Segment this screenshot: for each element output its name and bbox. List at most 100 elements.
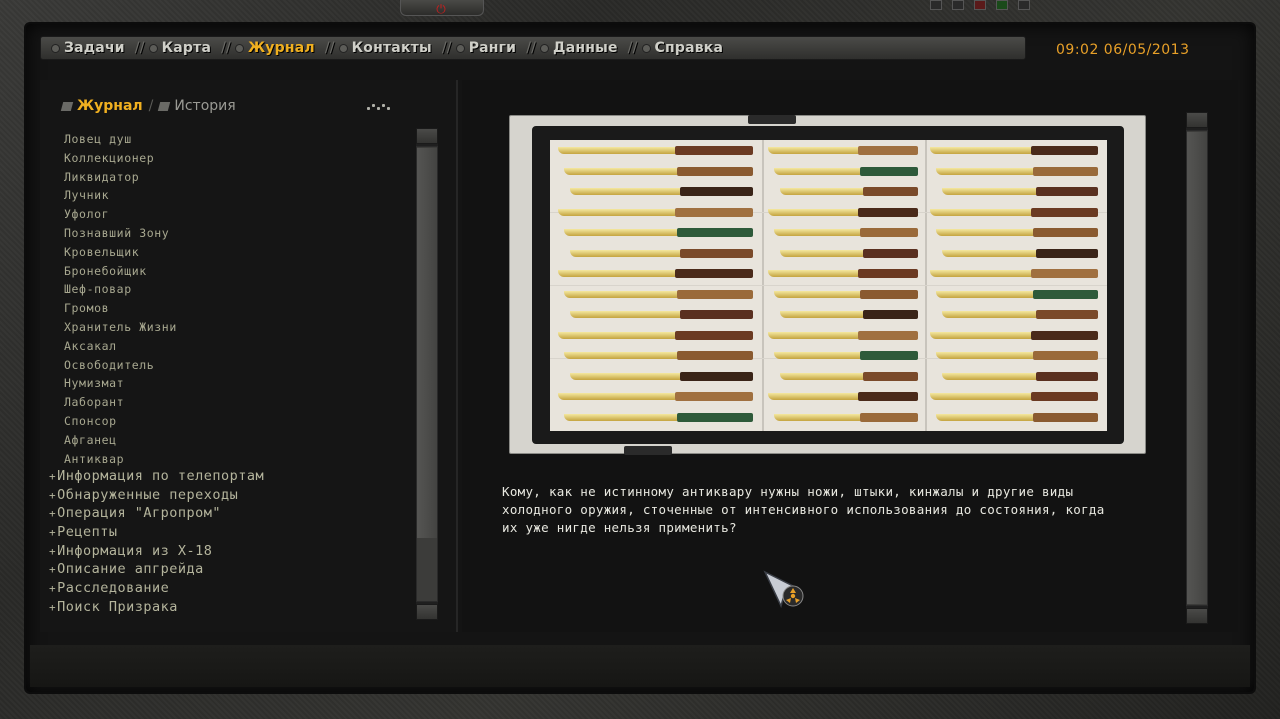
frame-clip bbox=[624, 446, 672, 455]
section-label: Расследование bbox=[57, 580, 170, 597]
journal-entry[interactable]: Шеф-повар bbox=[64, 280, 177, 299]
journal-entry[interactable]: Громов bbox=[64, 299, 177, 318]
journal-entry[interactable]: Познавший Зону bbox=[64, 224, 177, 243]
knife-graphic bbox=[768, 146, 918, 155]
tab-3[interactable]: Контакты // bbox=[338, 40, 452, 56]
section-item[interactable]: +Операция "Агропром" bbox=[49, 504, 264, 523]
led-5 bbox=[1018, 0, 1030, 10]
tab-2[interactable]: Журнал // bbox=[234, 40, 335, 56]
knife-graphic bbox=[564, 166, 753, 176]
knife-graphic bbox=[774, 166, 918, 176]
tab-label: Задачи bbox=[64, 40, 125, 56]
knife-graphic bbox=[768, 207, 918, 217]
main-tab-bar: Задачи // Карта // Журнал // Контакты // Ранги //… bbox=[40, 36, 1026, 60]
journal-entry[interactable]: Освободитель bbox=[64, 356, 177, 375]
journal-entry[interactable]: Нумизмат bbox=[64, 374, 177, 393]
knife-graphic bbox=[936, 351, 1098, 360]
journal-entry[interactable]: Спонсор bbox=[64, 412, 177, 431]
led-red bbox=[974, 0, 986, 10]
journal-entry[interactable]: Антиквар bbox=[64, 450, 177, 469]
journal-entry[interactable]: Ликвидатор bbox=[64, 168, 177, 187]
knife-graphic bbox=[942, 248, 1098, 258]
journal-entry[interactable]: Лучник bbox=[64, 186, 177, 205]
journal-entry-list: Ловец душ Коллекционер Ликвидатор Лучник Уфо… bbox=[64, 130, 177, 468]
left-scrollbar[interactable] bbox=[416, 128, 438, 620]
section-item[interactable]: +Расследование bbox=[49, 579, 264, 598]
knife-graphic bbox=[564, 228, 753, 237]
journal-entry[interactable]: Хранитель Жизни bbox=[64, 318, 177, 337]
tab-6[interactable]: Справка bbox=[641, 40, 724, 56]
knife-graphic bbox=[558, 330, 753, 340]
expand-plus-icon: + bbox=[49, 507, 57, 521]
right-scrollbar[interactable] bbox=[1186, 112, 1208, 624]
tab-label: Справка bbox=[654, 40, 724, 56]
expand-plus-icon: + bbox=[49, 582, 57, 596]
knife-graphic bbox=[936, 412, 1098, 422]
journal-entry[interactable]: Бронебойщик bbox=[64, 262, 177, 281]
journal-subtabs: Журнал / История bbox=[60, 98, 236, 114]
cursor-icon bbox=[763, 570, 804, 609]
subtab-journal[interactable]: Журнал bbox=[60, 98, 143, 114]
journal-section-list: +Информация по телепортам +Обнаруженные п… bbox=[49, 467, 264, 617]
journal-entry[interactable]: Кровельщик bbox=[64, 243, 177, 262]
tab-bullet-icon bbox=[455, 43, 465, 53]
expand-plus-icon: + bbox=[49, 563, 57, 577]
description-line: холодного оружия, сточенные от интенсивн… bbox=[502, 502, 1105, 517]
section-label: Рецепты bbox=[57, 524, 118, 541]
tab-separator: // bbox=[324, 40, 335, 56]
scroll-down-button[interactable] bbox=[1186, 608, 1208, 624]
scroll-up-button[interactable] bbox=[416, 128, 438, 144]
clock-display: 09:02 06/05/2013 bbox=[1056, 42, 1190, 58]
tab-bullet-icon bbox=[234, 43, 244, 53]
led-1 bbox=[930, 0, 942, 10]
tab-1[interactable]: Карта // bbox=[148, 40, 231, 56]
tab-label: Данные bbox=[553, 40, 618, 56]
tab-label: Контакты bbox=[351, 40, 432, 56]
section-label: Поиск Призрака bbox=[57, 598, 178, 615]
knife-graphic bbox=[942, 310, 1098, 319]
journal-entry[interactable]: Афганец bbox=[64, 431, 177, 450]
knife-graphic bbox=[570, 187, 753, 196]
tab-marker-icon bbox=[60, 101, 74, 111]
section-item[interactable]: +Поиск Призрака bbox=[49, 598, 264, 617]
knife-graphic bbox=[780, 187, 918, 196]
subtab-journal-label: Журнал bbox=[77, 98, 143, 114]
journal-entry[interactable]: Уфолог bbox=[64, 205, 177, 224]
scroll-down-button[interactable] bbox=[416, 604, 438, 620]
knife-graphic bbox=[774, 351, 918, 360]
journal-entry[interactable]: Аксакал bbox=[64, 337, 177, 356]
expand-plus-icon: + bbox=[49, 544, 57, 558]
section-item[interactable]: +Информация по телепортам bbox=[49, 467, 264, 486]
tab-separator: // bbox=[627, 40, 638, 56]
section-label: Описание апгрейда bbox=[57, 561, 204, 578]
tab-0[interactable]: Задачи // bbox=[51, 40, 145, 56]
tab-5[interactable]: Данные // bbox=[540, 40, 637, 56]
scroll-up-button[interactable] bbox=[1186, 112, 1208, 128]
frame-clip bbox=[748, 115, 796, 124]
section-item[interactable]: +Обнаруженные переходы bbox=[49, 486, 264, 505]
knife-graphic bbox=[930, 269, 1098, 278]
journal-entry[interactable]: Коллекционер bbox=[64, 149, 177, 168]
scroll-thumb[interactable] bbox=[1187, 132, 1207, 604]
subtab-history[interactable]: История bbox=[158, 98, 236, 114]
power-icon[interactable]: ⏻ bbox=[434, 2, 448, 16]
section-label: Обнаруженные переходы bbox=[57, 486, 239, 503]
board-divider bbox=[550, 285, 1107, 286]
knife-display-board bbox=[550, 140, 1107, 431]
scroll-thumb[interactable] bbox=[417, 148, 437, 538]
section-item[interactable]: +Рецепты bbox=[49, 523, 264, 542]
journal-entry[interactable]: Ловец душ bbox=[64, 130, 177, 149]
knife-graphic bbox=[564, 412, 753, 422]
tab-label: Карта bbox=[161, 40, 212, 56]
expand-plus-icon: + bbox=[49, 526, 57, 540]
tab-marker-icon bbox=[158, 101, 171, 111]
knife-graphic bbox=[558, 146, 753, 155]
section-item[interactable]: +Информация из Х-18 bbox=[49, 542, 264, 561]
section-item[interactable]: +Описание апгрейда bbox=[49, 560, 264, 579]
tab-4[interactable]: Ранги // bbox=[455, 40, 536, 56]
knife-graphic bbox=[942, 187, 1098, 196]
led-green bbox=[996, 0, 1008, 10]
knife-graphic bbox=[774, 412, 918, 422]
knife-graphic bbox=[570, 371, 753, 381]
journal-entry[interactable]: Лаборант bbox=[64, 393, 177, 412]
